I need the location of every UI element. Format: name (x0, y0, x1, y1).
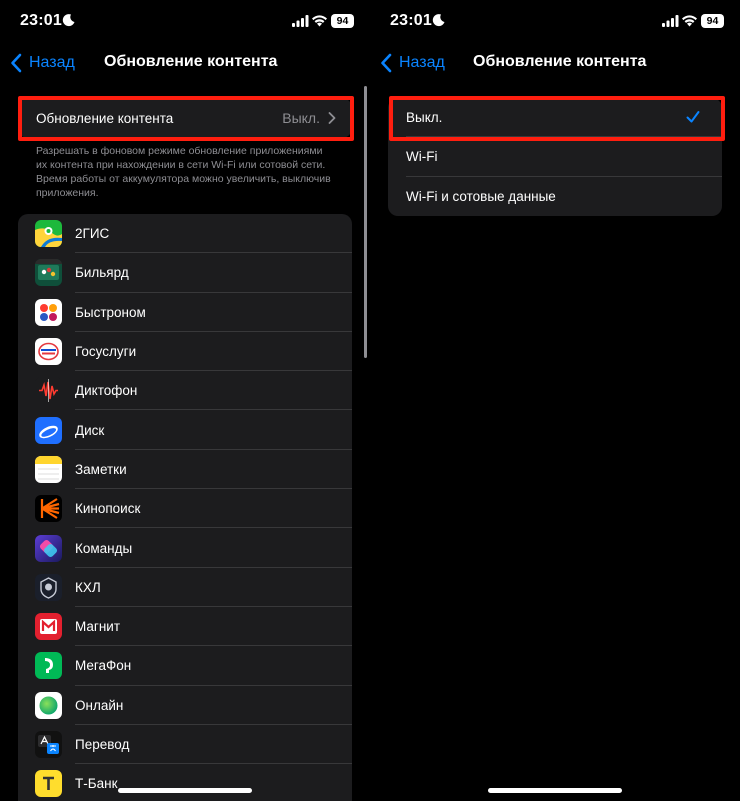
left-screen: 23:01 94 Назад Обновление контента Обнов… (0, 0, 370, 801)
app-name: Т-Банк (75, 776, 118, 792)
red-highlight-box (389, 96, 725, 141)
cellular-signal-icon (662, 15, 679, 27)
app-name: Диктофон (75, 383, 138, 399)
billiards-icon (35, 259, 62, 287)
app-name: КХЛ (75, 579, 101, 595)
moon-icon (432, 14, 445, 27)
app-name: Команды (75, 540, 133, 556)
list-item[interactable]: Диск (18, 410, 352, 450)
app-list: 2ГИС Бильярд Быстроном Госуслуги Диктофо… (18, 214, 352, 801)
magnit-icon (35, 613, 62, 641)
gosuslugi-icon (35, 338, 62, 366)
list-item[interactable]: Госуслуги (18, 332, 352, 372)
option-label: Wi-Fi и сотовые данные (406, 188, 556, 204)
page-title: Обновление контента (104, 53, 278, 70)
app-name: Бильярд (75, 265, 129, 281)
option-wifi-cellular[interactable]: Wi-Fi и сотовые данные (388, 177, 722, 216)
list-item[interactable]: Онлайн (18, 686, 352, 725)
wifi-icon (312, 15, 327, 27)
bystronom-icon (35, 298, 62, 326)
option-label: Wi-Fi (406, 149, 438, 165)
navigation-bar: Назад Обновление контента (0, 48, 370, 78)
disk-icon (35, 416, 62, 444)
app-name: Перевод (75, 737, 130, 752)
megafon-icon (35, 652, 62, 680)
tbank-icon (35, 770, 62, 798)
status-bar: 23:01 94 (0, 12, 370, 34)
list-item[interactable]: Заметки (18, 450, 352, 490)
back-label: Назад (399, 54, 445, 71)
list-item[interactable]: КХЛ (18, 568, 352, 607)
translate-icon (35, 731, 62, 758)
back-button[interactable]: Назад (380, 51, 445, 75)
app-name: 2ГИС (75, 226, 110, 242)
list-item[interactable]: Диктофон (18, 371, 352, 411)
back-button[interactable]: Назад (10, 51, 75, 75)
list-item[interactable]: Перевод (18, 725, 352, 765)
battery-indicator: 94 (331, 14, 354, 28)
navigation-bar: Назад Обновление контента (370, 48, 740, 78)
wifi-icon (682, 15, 697, 27)
battery-indicator: 94 (701, 14, 724, 28)
red-highlight-box (18, 96, 354, 141)
list-item[interactable]: 2ГИС (18, 214, 352, 254)
list-item[interactable]: Т-Банк (18, 764, 352, 801)
status-bar: 23:01 94 (370, 12, 740, 34)
option-wifi[interactable]: Wi-Fi (388, 137, 722, 177)
notes-icon (35, 455, 62, 483)
app-name: МегаФон (75, 658, 132, 674)
app-name: Диск (75, 422, 105, 438)
list-item[interactable]: Команды (18, 528, 352, 568)
shortcuts-icon (35, 534, 62, 562)
app-name: Кинопоиск (75, 501, 141, 517)
setting-footnote: Разрешать в фоновом режиме обновление пр… (36, 145, 331, 199)
list-item[interactable]: Магнит (18, 607, 352, 647)
scroll-indicator[interactable] (364, 86, 367, 358)
kinopoisk-icon (35, 495, 62, 523)
khl-icon (35, 573, 62, 601)
chevron-left-icon (11, 53, 22, 73)
app-name: Магнит (75, 619, 121, 635)
status-time: 23:01 (20, 12, 62, 29)
app-name: Онлайн (75, 697, 124, 713)
2gis-icon (35, 220, 62, 248)
app-name: Быстроном (75, 304, 146, 320)
list-item[interactable]: МегаФон (18, 646, 352, 686)
online-icon (35, 691, 62, 719)
chevron-left-icon (381, 53, 392, 73)
page-title: Обновление контента (473, 53, 647, 70)
list-item[interactable]: Быстроном (18, 293, 352, 332)
status-time: 23:01 (390, 12, 432, 29)
back-label: Назад (29, 54, 75, 71)
home-indicator[interactable] (488, 788, 622, 793)
list-item[interactable]: Бильярд (18, 253, 352, 293)
app-name: Заметки (75, 461, 127, 477)
home-indicator[interactable] (118, 788, 252, 793)
right-screen: 23:01 94 Назад Обновление контента Выкл.… (370, 0, 740, 801)
moon-icon (62, 14, 75, 27)
voice-memos-icon (35, 377, 62, 405)
list-item[interactable]: Кинопоиск (18, 489, 352, 529)
cellular-signal-icon (292, 15, 309, 27)
app-name: Госуслуги (75, 344, 137, 360)
